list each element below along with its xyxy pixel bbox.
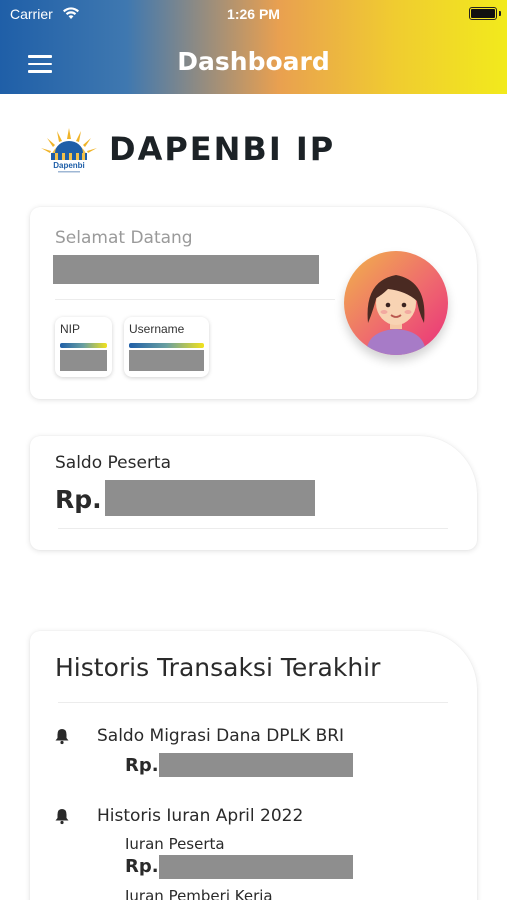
nip-value-redacted bbox=[60, 350, 107, 371]
nip-chip: NIP bbox=[55, 317, 112, 377]
history-sub-label: Iuran Peserta bbox=[125, 835, 225, 853]
history-item-title: Saldo Migrasi Dana DPLK BRI bbox=[97, 726, 345, 746]
history-item-title: Historis Iuran April 2022 bbox=[97, 806, 304, 826]
saldo-currency: Rp. bbox=[55, 485, 102, 514]
brand-name: DAPENBI IP bbox=[109, 130, 336, 168]
username-label: Username bbox=[129, 322, 185, 336]
saldo-value-redacted bbox=[105, 480, 315, 516]
welcome-card: Selamat Datang NIP Username bbox=[30, 207, 477, 399]
history-item-currency: Rp. bbox=[125, 755, 159, 776]
battery-tip bbox=[499, 11, 501, 16]
saldo-card: Saldo Peserta Rp. bbox=[30, 436, 477, 550]
dapenbi-logo: Dapenbi bbox=[41, 128, 97, 173]
battery-icon bbox=[469, 7, 497, 20]
history-item-currency: Rp. bbox=[125, 856, 159, 877]
status-bar: Carrier 1:26 PM bbox=[0, 0, 507, 28]
user-name-redacted bbox=[53, 255, 319, 284]
history-item-value-redacted bbox=[159, 753, 353, 777]
user-avatar-icon[interactable] bbox=[344, 251, 448, 355]
avatar-illustration bbox=[366, 275, 426, 355]
saldo-label: Saldo Peserta bbox=[55, 453, 172, 473]
history-sub-label: Iuran Pemberi Kerja bbox=[125, 887, 273, 900]
nip-label: NIP bbox=[60, 322, 81, 336]
clock: 1:26 PM bbox=[227, 6, 280, 22]
page-title: Dashboard bbox=[177, 47, 330, 76]
bell-icon bbox=[55, 729, 69, 745]
bell-icon bbox=[55, 809, 69, 825]
history-title: Historis Transaksi Terakhir bbox=[55, 653, 381, 682]
username-accent-bar bbox=[129, 343, 204, 348]
greeting-label: Selamat Datang bbox=[55, 228, 193, 248]
svg-text:Dapenbi: Dapenbi bbox=[53, 161, 85, 170]
username-chip: Username bbox=[124, 317, 209, 377]
history-item-value-redacted bbox=[159, 855, 353, 879]
username-value-redacted bbox=[129, 350, 204, 371]
welcome-divider bbox=[55, 299, 335, 300]
history-divider bbox=[58, 702, 448, 703]
history-card: Historis Transaksi Terakhir Saldo Migras… bbox=[30, 631, 477, 900]
app-header: Carrier 1:26 PM Dashboard bbox=[0, 0, 507, 94]
saldo-divider bbox=[58, 528, 448, 529]
nip-accent-bar bbox=[60, 343, 107, 348]
